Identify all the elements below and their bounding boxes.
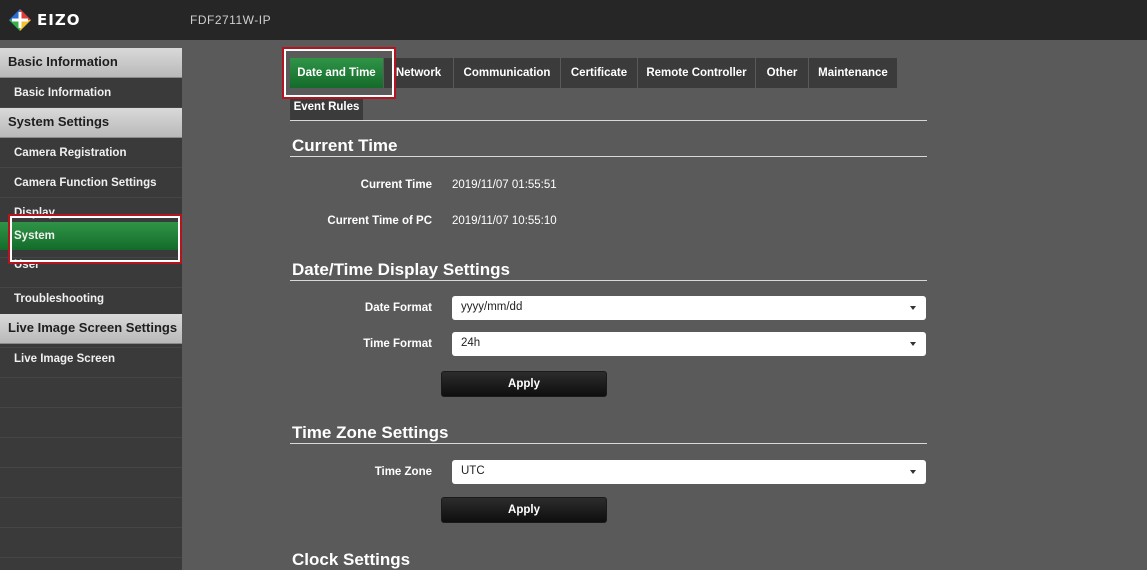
- sidebar-item-basic-information[interactable]: Basic Information: [0, 78, 182, 108]
- tab-date-and-time[interactable]: Date and Time: [290, 58, 384, 88]
- current-time-value: 2019/11/07 01:55:51: [452, 179, 557, 191]
- tabs-divider: [290, 120, 927, 121]
- sidebar-item-system[interactable]: System: [0, 222, 182, 250]
- sidebar: Basic Information Basic Information Syst…: [0, 48, 182, 570]
- section-title-display-settings: Date/Time Display Settings: [292, 260, 510, 279]
- chevron-down-icon: [910, 470, 916, 474]
- sidebar-item-camera-registration[interactable]: Camera Registration: [0, 138, 182, 168]
- model-name: FDF2711W-IP: [190, 13, 272, 27]
- sidebar-item-live-image-screen[interactable]: Live Image Screen: [0, 344, 182, 374]
- pc-time-label: Current Time of PC: [327, 215, 432, 227]
- sidebar-category-live-image-screen-settings[interactable]: Live Image Screen Settings: [0, 314, 182, 344]
- date-format-value: yyyy/mm/dd: [461, 301, 523, 313]
- eizo-logo-icon: [9, 9, 31, 31]
- tab-certificate[interactable]: Certificate: [561, 58, 638, 88]
- timezone-value: UTC: [461, 465, 485, 477]
- section-title-clock-settings: Clock Settings: [292, 550, 411, 569]
- date-format-select[interactable]: yyyy/mm/dd: [452, 296, 926, 320]
- current-time-label: Current Time: [360, 179, 432, 191]
- sidebar-category-system-settings[interactable]: System Settings: [0, 108, 182, 138]
- sidebar-category-basic-information[interactable]: Basic Information: [0, 48, 182, 78]
- section-divider: [290, 280, 927, 281]
- time-format-value: 24h: [461, 337, 481, 349]
- top-bar: EIZO FDF2711W-IP: [0, 0, 1147, 40]
- chevron-down-icon: [910, 306, 916, 310]
- section-title-current-time: Current Time: [292, 136, 398, 155]
- sidebar-item-user[interactable]: User: [0, 254, 182, 284]
- timezone-label: Time Zone: [374, 466, 432, 478]
- section-divider: [290, 156, 927, 157]
- tab-communication[interactable]: Communication: [454, 58, 561, 88]
- timezone-select[interactable]: UTC: [452, 460, 926, 484]
- time-format-select[interactable]: 24h: [452, 332, 926, 356]
- date-format-label: Date Format: [364, 302, 432, 314]
- chevron-down-icon: [910, 342, 916, 346]
- timezone-apply-button[interactable]: Apply: [441, 497, 607, 523]
- tab-remote-controller[interactable]: Remote Controller: [638, 58, 756, 88]
- logo-text: EIZO: [37, 11, 81, 29]
- tab-network[interactable]: Network: [384, 58, 454, 88]
- tab-event-rules[interactable]: Event Rules: [290, 98, 364, 120]
- sidebar-item-troubleshooting[interactable]: Troubleshooting: [0, 284, 182, 314]
- section-title-timezone-settings: Time Zone Settings: [292, 423, 449, 442]
- sidebar-item-camera-function-settings[interactable]: Camera Function Settings: [0, 168, 182, 198]
- tab-other[interactable]: Other: [756, 58, 809, 88]
- pc-time-value: 2019/11/07 10:55:10: [452, 215, 557, 227]
- section-divider: [290, 443, 927, 444]
- display-apply-button[interactable]: Apply: [441, 371, 607, 397]
- main-content: Date and Time Network Communication Cert…: [182, 40, 1147, 570]
- eizo-logo: EIZO: [8, 8, 80, 32]
- tab-maintenance[interactable]: Maintenance: [809, 58, 898, 88]
- time-format-label: Time Format: [363, 338, 432, 350]
